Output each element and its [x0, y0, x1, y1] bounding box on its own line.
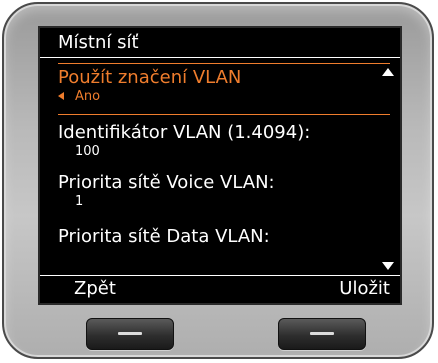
menu-item-value[interactable]: Ano	[58, 89, 241, 105]
menu-item-label: Použít značení VLAN	[58, 67, 242, 88]
menu-item-use-vlan-tagging[interactable]: Použít značení VLAN Ano	[58, 67, 241, 105]
menu-item-value: 100	[75, 144, 100, 159]
menu-item-value: 1	[75, 194, 84, 209]
menu-item-data-vlan-priority[interactable]: Priorita sítě Data VLAN:	[58, 226, 270, 248]
right-display-button[interactable]	[278, 318, 366, 350]
save-softkey[interactable]: Uložit	[339, 278, 390, 299]
back-softkey[interactable]: Zpět	[74, 278, 116, 299]
triangle-down-icon	[382, 262, 394, 270]
menu-item-vlan-id[interactable]: Identifikátor VLAN (1.4094): 100	[58, 122, 310, 160]
triangle-up-icon	[382, 68, 394, 76]
left-display-button[interactable]	[86, 318, 174, 350]
softkey-bar: Zpět Uložit	[40, 275, 400, 303]
menu-item-voice-vlan-priority[interactable]: Priorita sítě Voice VLAN: 1	[58, 172, 275, 210]
selection-bottom-line	[58, 114, 390, 115]
page-title: Místní síť	[58, 32, 139, 53]
menu-item-label: Priorita sítě Data VLAN:	[58, 226, 270, 247]
menu-item-label: Identifikátor VLAN (1.4094):	[58, 122, 311, 143]
selection-top-line	[58, 63, 390, 64]
dash-icon	[310, 332, 334, 335]
dash-icon	[118, 332, 142, 335]
display-screen: Místní síť Použít značení VLAN Ano Ident…	[38, 26, 402, 305]
title-bar: Místní síť	[40, 28, 400, 58]
triangle-left-icon[interactable]	[58, 92, 64, 100]
menu-item-label: Priorita sítě Voice VLAN:	[58, 172, 275, 193]
phone-device: Místní síť Použít značení VLAN Ano Ident…	[2, 2, 434, 359]
menu-item-value-text: Ano	[75, 89, 101, 104]
